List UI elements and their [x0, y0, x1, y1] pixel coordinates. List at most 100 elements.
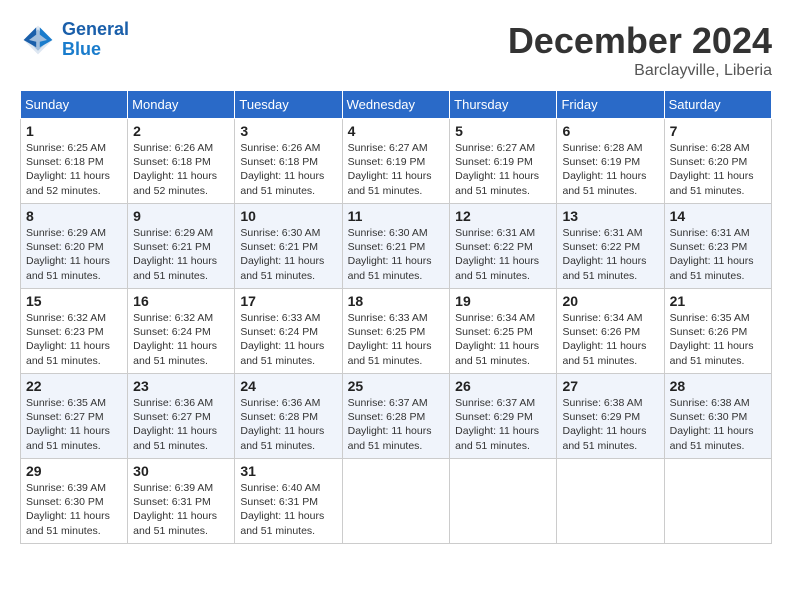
day-info: Sunrise: 6:35 AM Sunset: 6:26 PM Dayligh… — [670, 311, 766, 368]
logo-text: General Blue — [62, 20, 129, 60]
day-info: Sunrise: 6:28 AM Sunset: 6:19 PM Dayligh… — [562, 141, 658, 198]
calendar-cell: 24 Sunrise: 6:36 AM Sunset: 6:28 PM Dayli… — [235, 374, 342, 459]
day-number: 26 — [455, 378, 551, 394]
title-block: December 2024 Barclayville, Liberia — [508, 20, 772, 80]
calendar-cell: 2 Sunrise: 6:26 AM Sunset: 6:18 PM Daylig… — [128, 119, 235, 204]
calendar-cell: 15 Sunrise: 6:32 AM Sunset: 6:23 PM Dayli… — [21, 289, 128, 374]
day-number: 23 — [133, 378, 229, 394]
day-number: 3 — [240, 123, 336, 139]
day-info: Sunrise: 6:30 AM Sunset: 6:21 PM Dayligh… — [240, 226, 336, 283]
calendar-cell — [557, 459, 664, 544]
calendar-cell: 18 Sunrise: 6:33 AM Sunset: 6:25 PM Dayli… — [342, 289, 450, 374]
calendar-cell: 13Sunrise: 6:31 AM Sunset: 6:22 PM Dayli… — [557, 204, 664, 289]
day-number: 15 — [26, 293, 122, 309]
calendar: SundayMondayTuesdayWednesdayThursdayFrid… — [20, 90, 772, 544]
calendar-cell: 3 Sunrise: 6:26 AM Sunset: 6:18 PM Daylig… — [235, 119, 342, 204]
day-info: Sunrise: 6:38 AM Sunset: 6:29 PM Dayligh… — [562, 396, 658, 453]
day-number: 30 — [133, 463, 229, 479]
day-info: Sunrise: 6:39 AM Sunset: 6:31 PM Dayligh… — [133, 481, 229, 538]
day-number: 17 — [240, 293, 336, 309]
day-number: 14 — [670, 208, 766, 224]
weekday-header: Thursday — [450, 91, 557, 119]
day-info: Sunrise: 6:30 AM Sunset: 6:21 PM Dayligh… — [348, 226, 445, 283]
weekday-header: Saturday — [664, 91, 771, 119]
day-info: Sunrise: 6:40 AM Sunset: 6:31 PM Dayligh… — [240, 481, 336, 538]
calendar-cell: 1 Sunrise: 6:25 AM Sunset: 6:18 PM Daylig… — [21, 119, 128, 204]
weekday-header: Monday — [128, 91, 235, 119]
day-number: 21 — [670, 293, 766, 309]
day-number: 4 — [348, 123, 445, 139]
day-number: 6 — [562, 123, 658, 139]
calendar-cell: 22Sunrise: 6:35 AM Sunset: 6:27 PM Dayli… — [21, 374, 128, 459]
calendar-cell: 21 Sunrise: 6:35 AM Sunset: 6:26 PM Dayli… — [664, 289, 771, 374]
day-info: Sunrise: 6:29 AM Sunset: 6:21 PM Dayligh… — [133, 226, 229, 283]
calendar-cell: 23 Sunrise: 6:36 AM Sunset: 6:27 PM Dayli… — [128, 374, 235, 459]
calendar-cell: 28 Sunrise: 6:38 AM Sunset: 6:30 PM Dayli… — [664, 374, 771, 459]
calendar-cell: 10Sunrise: 6:30 AM Sunset: 6:21 PM Dayli… — [235, 204, 342, 289]
calendar-cell: 7 Sunrise: 6:28 AM Sunset: 6:20 PM Daylig… — [664, 119, 771, 204]
calendar-cell — [450, 459, 557, 544]
weekday-header: Wednesday — [342, 91, 450, 119]
day-info: Sunrise: 6:36 AM Sunset: 6:27 PM Dayligh… — [133, 396, 229, 453]
day-number: 25 — [348, 378, 445, 394]
calendar-cell: 20 Sunrise: 6:34 AM Sunset: 6:26 PM Dayli… — [557, 289, 664, 374]
day-number: 12 — [455, 208, 551, 224]
day-number: 27 — [562, 378, 658, 394]
day-info: Sunrise: 6:31 AM Sunset: 6:22 PM Dayligh… — [455, 226, 551, 283]
logo: General Blue — [20, 20, 129, 60]
calendar-cell — [664, 459, 771, 544]
calendar-cell: 16Sunrise: 6:32 AM Sunset: 6:24 PM Dayli… — [128, 289, 235, 374]
day-info: Sunrise: 6:26 AM Sunset: 6:18 PM Dayligh… — [133, 141, 229, 198]
calendar-cell: 31 Sunrise: 6:40 AM Sunset: 6:31 PM Dayli… — [235, 459, 342, 544]
day-number: 2 — [133, 123, 229, 139]
day-number: 22 — [26, 378, 122, 394]
calendar-cell: 26 Sunrise: 6:37 AM Sunset: 6:29 PM Dayli… — [450, 374, 557, 459]
calendar-cell: 4Sunrise: 6:27 AM Sunset: 6:19 PM Daylig… — [342, 119, 450, 204]
calendar-cell — [342, 459, 450, 544]
day-number: 11 — [348, 208, 445, 224]
calendar-cell: 14 Sunrise: 6:31 AM Sunset: 6:23 PM Dayli… — [664, 204, 771, 289]
day-number: 1 — [26, 123, 122, 139]
day-info: Sunrise: 6:31 AM Sunset: 6:23 PM Dayligh… — [670, 226, 766, 283]
month-title: December 2024 — [508, 20, 772, 62]
day-info: Sunrise: 6:38 AM Sunset: 6:30 PM Dayligh… — [670, 396, 766, 453]
day-info: Sunrise: 6:29 AM Sunset: 6:20 PM Dayligh… — [26, 226, 122, 283]
weekday-header: Tuesday — [235, 91, 342, 119]
day-info: Sunrise: 6:26 AM Sunset: 6:18 PM Dayligh… — [240, 141, 336, 198]
page-header: General Blue December 2024 Barclayville,… — [20, 20, 772, 80]
day-info: Sunrise: 6:27 AM Sunset: 6:19 PM Dayligh… — [455, 141, 551, 198]
day-number: 9 — [133, 208, 229, 224]
calendar-cell: 29 Sunrise: 6:39 AM Sunset: 6:30 PM Dayli… — [21, 459, 128, 544]
calendar-cell: 11 Sunrise: 6:30 AM Sunset: 6:21 PM Dayli… — [342, 204, 450, 289]
day-info: Sunrise: 6:34 AM Sunset: 6:26 PM Dayligh… — [562, 311, 658, 368]
day-info: Sunrise: 6:32 AM Sunset: 6:23 PM Dayligh… — [26, 311, 122, 368]
day-info: Sunrise: 6:28 AM Sunset: 6:20 PM Dayligh… — [670, 141, 766, 198]
day-info: Sunrise: 6:33 AM Sunset: 6:25 PM Dayligh… — [348, 311, 445, 368]
day-number: 24 — [240, 378, 336, 394]
logo-icon — [20, 22, 56, 58]
day-info: Sunrise: 6:39 AM Sunset: 6:30 PM Dayligh… — [26, 481, 122, 538]
day-number: 20 — [562, 293, 658, 309]
day-number: 18 — [348, 293, 445, 309]
day-info: Sunrise: 6:37 AM Sunset: 6:29 PM Dayligh… — [455, 396, 551, 453]
day-number: 19 — [455, 293, 551, 309]
calendar-cell: 25Sunrise: 6:37 AM Sunset: 6:28 PM Dayli… — [342, 374, 450, 459]
calendar-cell: 17Sunrise: 6:33 AM Sunset: 6:24 PM Dayli… — [235, 289, 342, 374]
day-number: 31 — [240, 463, 336, 479]
location-title: Barclayville, Liberia — [508, 62, 772, 80]
day-number: 5 — [455, 123, 551, 139]
calendar-cell: 5 Sunrise: 6:27 AM Sunset: 6:19 PM Daylig… — [450, 119, 557, 204]
day-number: 13 — [562, 208, 658, 224]
day-number: 7 — [670, 123, 766, 139]
calendar-cell: 12 Sunrise: 6:31 AM Sunset: 6:22 PM Dayli… — [450, 204, 557, 289]
calendar-cell: 27 Sunrise: 6:38 AM Sunset: 6:29 PM Dayli… — [557, 374, 664, 459]
calendar-cell: 30 Sunrise: 6:39 AM Sunset: 6:31 PM Dayli… — [128, 459, 235, 544]
day-number: 28 — [670, 378, 766, 394]
calendar-cell: 6 Sunrise: 6:28 AM Sunset: 6:19 PM Daylig… — [557, 119, 664, 204]
weekday-header: Friday — [557, 91, 664, 119]
day-info: Sunrise: 6:36 AM Sunset: 6:28 PM Dayligh… — [240, 396, 336, 453]
day-info: Sunrise: 6:25 AM Sunset: 6:18 PM Dayligh… — [26, 141, 122, 198]
day-number: 29 — [26, 463, 122, 479]
calendar-cell: 8 Sunrise: 6:29 AM Sunset: 6:20 PM Daylig… — [21, 204, 128, 289]
day-number: 8 — [26, 208, 122, 224]
